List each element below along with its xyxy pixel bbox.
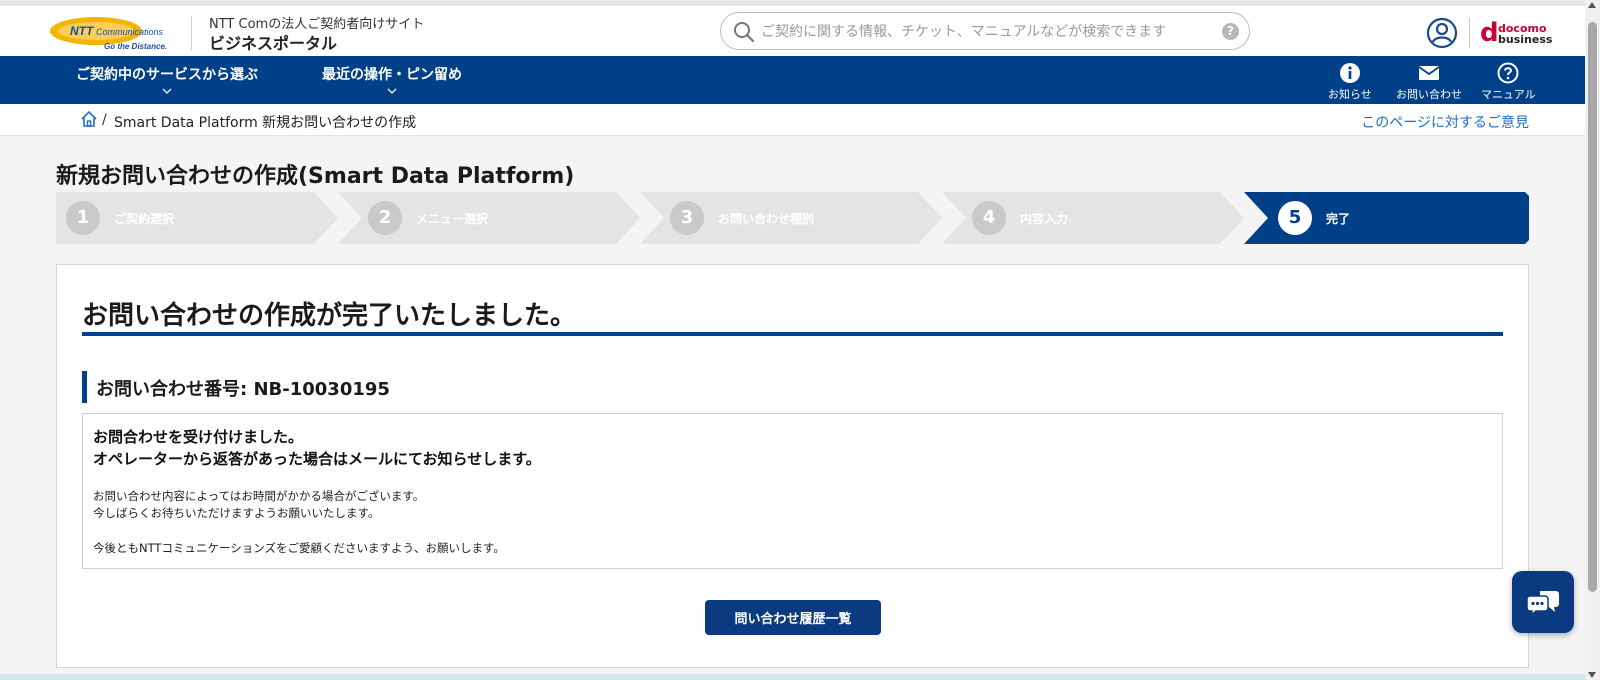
home-icon[interactable] (80, 110, 98, 128)
progress-steps: 1 ご契約選択 2 メニュー選択 3 お問い合わせ種別 4 内容入力 5 完了 (56, 192, 1529, 244)
search-input[interactable] (761, 21, 1201, 43)
logo-brand-text-2: Communications (96, 27, 164, 37)
step-5: 5 完了 (1244, 192, 1529, 244)
step-4: 4 内容入力 (942, 192, 1244, 244)
step-number: 5 (1278, 201, 1312, 235)
step-3: 3 お問い合わせ種別 (640, 192, 942, 244)
page-title: 新規お問い合わせの作成(Smart Data Platform) (56, 164, 575, 189)
completion-panel: お問い合わせの作成が完了いたしました。 お問い合わせ番号: NB-1003019… (56, 264, 1529, 668)
inquiry-history-button[interactable]: 問い合わせ履歴一覧 (705, 600, 881, 635)
nav-services-dropdown[interactable]: ご契約中のサービスから選ぶ (76, 64, 258, 96)
top-header: NTT Communications Go the Distance. NTT … (0, 0, 1585, 56)
breadcrumb: / Smart Data Platform 新規お問い合わせの作成 このページに… (0, 104, 1585, 136)
step-label: 内容入力 (1020, 212, 1069, 226)
vertical-scrollbar[interactable] (1585, 0, 1600, 680)
step-label: メニュー選択 (416, 212, 489, 226)
logo-brand-text: NTT (70, 24, 95, 38)
page-feedback-link[interactable]: このページに対するご意見 (1361, 112, 1529, 132)
step-label: 完了 (1326, 212, 1351, 226)
note-delay: お問い合わせ内容によってはお時間がかかる場合がございます。 (93, 489, 425, 503)
nav-notices-label: お知らせ (1328, 88, 1372, 101)
message-received: お問合わせを受け付けました。 (93, 428, 304, 446)
step-number: 3 (670, 201, 704, 235)
footer-edge (0, 674, 1585, 680)
chat-support-button[interactable] (1512, 571, 1574, 633)
chevron-down-icon (162, 88, 172, 94)
step-number: 2 (368, 201, 402, 235)
nav-manual[interactable]: マニュアル (1481, 62, 1536, 102)
nav-notices[interactable]: お知らせ (1328, 62, 1372, 102)
breadcrumb-separator: / (102, 112, 107, 128)
docomo-d-mark: d (1480, 18, 1499, 48)
scroll-down-arrow[interactable] (1588, 672, 1596, 678)
step-number: 1 (66, 201, 100, 235)
nav-recent-label: 最近の操作・ピン留め (322, 67, 462, 83)
scroll-up-arrow[interactable] (1588, 2, 1596, 8)
inquiry-number: お問い合わせ番号: NB-10030195 (96, 379, 390, 400)
nav-contact[interactable]: お問い合わせ (1396, 62, 1462, 102)
search-icon[interactable] (733, 21, 755, 43)
note-thanks: 今後ともNTTコミュニケーションズをご愛顧くださいますよう、お願いします。 (93, 541, 505, 555)
docomo-business-logo[interactable]: d docomo business (1480, 18, 1553, 48)
chat-bubbles-icon (1526, 591, 1559, 617)
nav-services-label: ご契約中のサービスから選ぶ (76, 67, 258, 83)
section-marker (82, 371, 87, 403)
nav-contact-label: お問い合わせ (1396, 88, 1462, 101)
header-divider-right (1469, 18, 1470, 48)
step-label: お問い合わせ種別 (718, 212, 815, 226)
scroll-thumb[interactable] (1588, 22, 1597, 592)
logo-tagline: Go the Distance. (104, 42, 167, 51)
main-nav: ご契約中のサービスから選ぶ 最近の操作・ピン留め お知らせ お問い合わせ マニュ… (0, 56, 1585, 104)
help-icon (1497, 62, 1519, 84)
step-number: 4 (972, 201, 1006, 235)
search-help-icon[interactable]: ? (1222, 23, 1239, 40)
search-box[interactable]: ? (720, 12, 1250, 50)
note-wait: 今しばらくお待ちいただけますようお願いいたします。 (93, 506, 380, 520)
site-title[interactable]: ビジネスポータル (209, 30, 337, 54)
ntt-communications-logo[interactable]: NTT Communications Go the Distance. (48, 14, 174, 52)
step-2: 2 メニュー選択 (338, 192, 640, 244)
user-account-icon[interactable] (1426, 17, 1458, 49)
business-text: business (1498, 33, 1553, 46)
step-1: 1 ご契約選択 (56, 192, 338, 244)
header-divider (191, 16, 192, 50)
nav-manual-label: マニュアル (1481, 88, 1536, 101)
mail-icon (1418, 66, 1440, 80)
nav-recent-dropdown[interactable]: 最近の操作・ピン留め (322, 64, 462, 96)
message-box: お問合わせを受け付けました。 オペレーターから返答があった場合はメールにてお知ら… (82, 413, 1503, 569)
step-label: ご契約選択 (114, 212, 175, 226)
completion-heading: お問い合わせの作成が完了いたしました。 (82, 301, 577, 331)
info-icon (1339, 63, 1360, 83)
message-email-notice: オペレーターから返答があった場合はメールにてお知らせします。 (93, 450, 541, 468)
chevron-down-icon (387, 88, 397, 94)
heading-underline (82, 332, 1503, 336)
breadcrumb-current: Smart Data Platform 新規お問い合わせの作成 (114, 115, 417, 131)
